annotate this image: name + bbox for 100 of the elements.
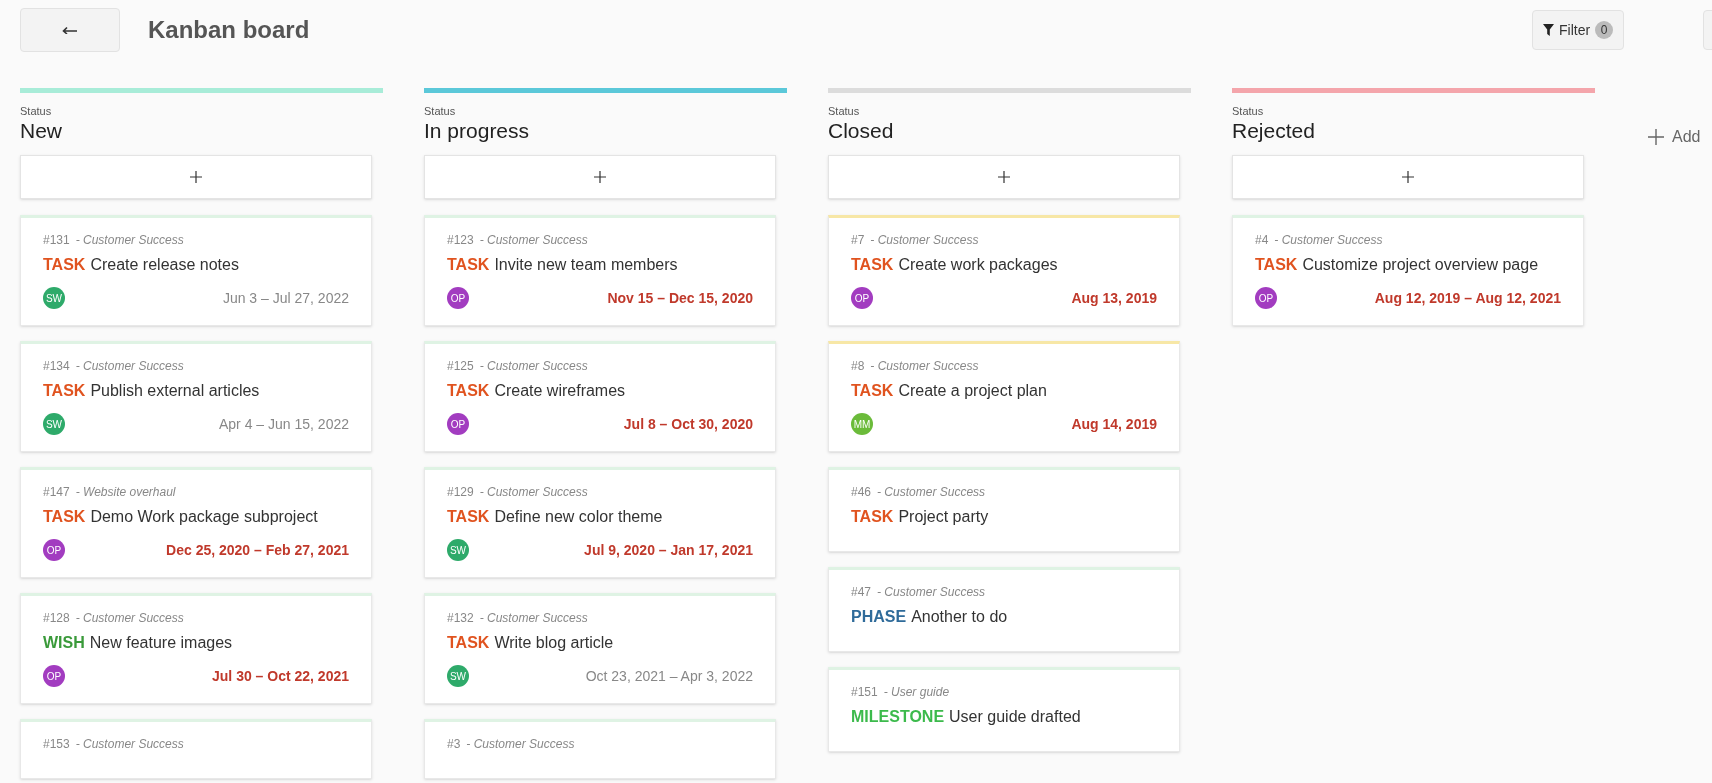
- date-range: Jul 30 – Oct 22, 2021: [212, 666, 349, 686]
- project-name: - Customer Success: [75, 610, 184, 627]
- date-range: Aug 12, 2019 – Aug 12, 2021: [1374, 288, 1561, 308]
- card-subject: TASK Project party: [851, 507, 990, 527]
- work-package-card[interactable]: #7 - Customer Success TASK Create work packages OP Aug 13, 2019: [828, 215, 1180, 326]
- work-package-card[interactable]: #125 - Customer Success TASK Create wireframes OP Jul 8 – Oct 30, 2020: [424, 341, 776, 452]
- page-title: Kanban board: [148, 15, 310, 45]
- user-avatar: OP: [447, 287, 469, 309]
- plus-icon: [1402, 171, 1414, 183]
- card-subject: TASK Demo Work package subproject: [43, 507, 319, 527]
- work-package-card[interactable]: #147 - Website overhaul TASK Demo Work package subproject OP Dec 25, 2020 – Feb 27, 2021: [20, 467, 372, 578]
- add-column-button[interactable]: Add: [1648, 122, 1701, 152]
- user-avatar: OP: [43, 665, 65, 687]
- user-avatar: OP: [1255, 287, 1277, 309]
- card-id: #8: [851, 358, 865, 375]
- back-button[interactable]: [20, 8, 120, 52]
- work-package-card[interactable]: #123 - Customer Success TASK Invite new team members OP Nov 15 – Dec 15, 2020: [424, 215, 776, 326]
- column-title: In progress: [424, 118, 530, 144]
- work-package-card[interactable]: #4 - Customer Success TASK Customize project overview page OP Aug 12, 2019 – Aug 12, 2021: [1232, 215, 1584, 326]
- card-id: #4: [1255, 232, 1269, 249]
- date-range: Jul 9, 2020 – Jan 17, 2021: [584, 540, 753, 560]
- add-card-button[interactable]: [1232, 155, 1584, 199]
- funnel-icon: [1543, 24, 1554, 36]
- date-range: Oct 23, 2021 – Apr 3, 2022: [585, 666, 753, 686]
- date-range: Dec 25, 2020 – Feb 27, 2021: [166, 540, 349, 560]
- plus-icon: [190, 171, 202, 183]
- work-package-card[interactable]: #129 - Customer Success TASK Define new color theme SW Jul 9, 2020 – Jan 17, 2021: [424, 467, 776, 578]
- project-name: - Customer Success: [877, 584, 986, 601]
- work-package-card[interactable]: #134 - Customer Success TASK Publish external articles SW Apr 4 – Jun 15, 2022: [20, 341, 372, 452]
- card-subject: TASK Create wireframes: [447, 381, 627, 401]
- card-id: #7: [851, 232, 865, 249]
- card-subject: TASK Publish external articles: [43, 381, 261, 401]
- work-package-card[interactable]: #131 - Customer Success TASK Create release notes SW Jun 3 – Jul 27, 2022: [20, 215, 372, 326]
- work-package-card[interactable]: #128 - Customer Success WISH New feature images OP Jul 30 – Oct 22, 2021: [20, 593, 372, 704]
- card-subject: TASK Invite new team members: [447, 255, 679, 275]
- column-title: Rejected: [1232, 118, 1315, 144]
- card-subject: MILESTONE User guide drafted: [851, 707, 1082, 727]
- user-avatar: SW: [43, 413, 65, 435]
- column-label: Status: [828, 104, 860, 118]
- card-id: #147: [43, 484, 70, 501]
- date-range: Aug 13, 2019: [1071, 288, 1157, 308]
- project-name: - Customer Success: [466, 736, 575, 753]
- date-range: Apr 4 – Jun 15, 2022: [219, 414, 349, 434]
- card-id: #125: [447, 358, 474, 375]
- add-card-button[interactable]: [424, 155, 776, 199]
- project-name: - Customer Success: [75, 736, 184, 753]
- column-label: Status: [20, 104, 52, 118]
- plus-icon: [998, 171, 1010, 183]
- work-package-card[interactable]: #3 - Customer Success: [424, 719, 776, 779]
- add-card-button[interactable]: [20, 155, 372, 199]
- card-id: #128: [43, 610, 70, 627]
- project-name: - User guide: [883, 684, 950, 701]
- project-name: - Website overhaul: [75, 484, 176, 501]
- work-package-card[interactable]: #8 - Customer Success TASK Create a project plan MM Aug 14, 2019: [828, 341, 1180, 452]
- filter-button[interactable]: Filter 0: [1532, 10, 1625, 50]
- card-id: #151: [851, 684, 878, 701]
- date-range: Aug 14, 2019: [1071, 414, 1157, 434]
- work-package-card[interactable]: #132 - Customer Success TASK Write blog article SW Oct 23, 2021 – Apr 3, 2022: [424, 593, 776, 704]
- column-title: New: [20, 118, 62, 144]
- filter-count: 0: [1595, 21, 1614, 39]
- project-name: - Customer Success: [1274, 232, 1383, 249]
- card-id: #131: [43, 232, 70, 249]
- plus-icon: [594, 171, 606, 183]
- add-card-button[interactable]: [828, 155, 1180, 199]
- project-name: - Customer Success: [479, 610, 588, 627]
- work-package-card[interactable]: #47 - Customer Success PHASE Another to do: [828, 567, 1180, 652]
- column-label: Status: [424, 104, 456, 118]
- date-range: Nov 15 – Dec 15, 2020: [607, 288, 753, 308]
- card-id: #3: [447, 736, 461, 753]
- card-id: #47: [851, 584, 872, 601]
- user-avatar: OP: [851, 287, 873, 309]
- card-id: #129: [447, 484, 474, 501]
- work-package-card[interactable]: #151 - User guide MILESTONE User guide drafted: [828, 667, 1180, 752]
- column-label: Status: [1232, 104, 1264, 118]
- card-id: #153: [43, 736, 70, 753]
- work-package-card[interactable]: #46 - Customer Success TASK Project party: [828, 467, 1180, 552]
- project-name: - Customer Success: [479, 484, 588, 501]
- card-id: #132: [447, 610, 474, 627]
- date-range: Jul 8 – Oct 30, 2020: [623, 414, 753, 434]
- date-range: Jun 3 – Jul 27, 2022: [222, 288, 349, 308]
- user-avatar: OP: [447, 413, 469, 435]
- project-name: - Customer Success: [75, 232, 184, 249]
- user-avatar: MM: [851, 413, 873, 435]
- user-avatar: SW: [447, 665, 469, 687]
- card-id: #123: [447, 232, 474, 249]
- column-title: Closed: [828, 118, 894, 144]
- card-subject: WISH New feature images: [43, 633, 234, 653]
- card-subject: TASK Create work packages: [851, 255, 1059, 275]
- work-package-card[interactable]: #153 - Customer Success: [20, 719, 372, 779]
- card-id: #134: [43, 358, 70, 375]
- project-name: - Customer Success: [479, 358, 588, 375]
- back-arrow-icon: [62, 26, 78, 34]
- card-subject: TASK Customize project overview page: [1255, 255, 1540, 275]
- project-name: - Customer Success: [870, 232, 979, 249]
- card-id: #46: [851, 484, 872, 501]
- card-subject: TASK Create release notes: [43, 255, 240, 275]
- user-avatar: SW: [447, 539, 469, 561]
- project-name: - Customer Success: [75, 358, 184, 375]
- project-name: - Customer Success: [479, 232, 588, 249]
- plus-icon: [1648, 129, 1664, 145]
